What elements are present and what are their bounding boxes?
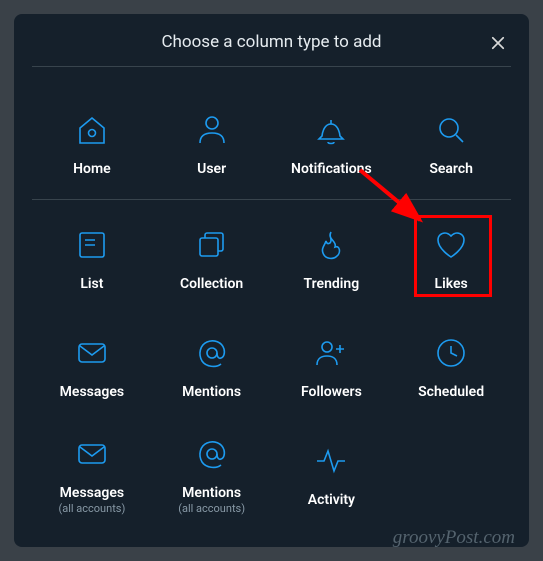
column-option-label: Mentions <box>182 384 241 400</box>
envelope-icon <box>74 328 110 378</box>
column-option-label: Home <box>73 161 111 177</box>
bell-icon <box>313 105 349 155</box>
close-icon <box>489 37 507 56</box>
home-icon <box>74 105 110 155</box>
person-plus-icon <box>313 328 349 378</box>
at-icon <box>194 429 230 479</box>
column-option-trending[interactable]: Trending <box>272 202 392 310</box>
column-option-label: List <box>80 276 103 292</box>
at-icon <box>194 328 230 378</box>
column-option-label: Mentions <box>182 485 241 501</box>
column-option-sublabel: (all accounts) <box>58 502 125 515</box>
column-type-modal: Choose a column type to add Home User No <box>14 14 529 547</box>
list-icon <box>74 220 110 270</box>
heart-icon <box>433 220 469 270</box>
column-option-activity[interactable]: Activity <box>272 418 392 526</box>
column-option-label: Notifications <box>291 161 372 177</box>
envelope-icon <box>74 429 110 479</box>
column-option-likes[interactable]: Likes <box>391 202 511 310</box>
column-option-user[interactable]: User <box>152 87 272 195</box>
column-option-label: Followers <box>301 384 362 400</box>
column-option-list[interactable]: List <box>32 202 152 310</box>
close-button[interactable] <box>485 30 511 60</box>
column-option-label: Scheduled <box>418 384 484 400</box>
column-option-notifications[interactable]: Notifications <box>272 87 392 195</box>
column-option-label: Messages <box>60 485 124 501</box>
activity-icon <box>313 436 349 486</box>
column-option-mentions-all[interactable]: Mentions (all accounts) <box>152 418 272 526</box>
divider <box>32 199 511 200</box>
modal-header: Choose a column type to add <box>32 32 511 67</box>
column-option-collection[interactable]: Collection <box>152 202 272 310</box>
collection-icon <box>194 220 230 270</box>
user-icon <box>194 105 230 155</box>
column-option-label: Messages <box>60 384 124 400</box>
search-icon <box>433 105 469 155</box>
column-option-label: Search <box>429 161 473 177</box>
column-option-messages-all[interactable]: Messages (all accounts) <box>32 418 152 526</box>
column-option-sublabel: (all accounts) <box>178 502 245 515</box>
column-option-label: Collection <box>180 276 243 292</box>
column-option-home[interactable]: Home <box>32 87 152 195</box>
column-option-messages[interactable]: Messages <box>32 310 152 418</box>
flame-icon <box>313 220 349 270</box>
column-option-search[interactable]: Search <box>391 87 511 195</box>
clock-icon <box>433 328 469 378</box>
column-option-label: User <box>197 161 226 177</box>
column-option-followers[interactable]: Followers <box>272 310 392 418</box>
column-type-grid: Home User Notifications Search <box>14 67 529 526</box>
column-option-mentions[interactable]: Mentions <box>152 310 272 418</box>
column-option-label: Trending <box>304 276 360 292</box>
column-option-label: Activity <box>308 492 355 508</box>
column-option-label: Likes <box>435 276 468 292</box>
column-option-scheduled[interactable]: Scheduled <box>391 310 511 418</box>
modal-title: Choose a column type to add <box>161 32 381 52</box>
